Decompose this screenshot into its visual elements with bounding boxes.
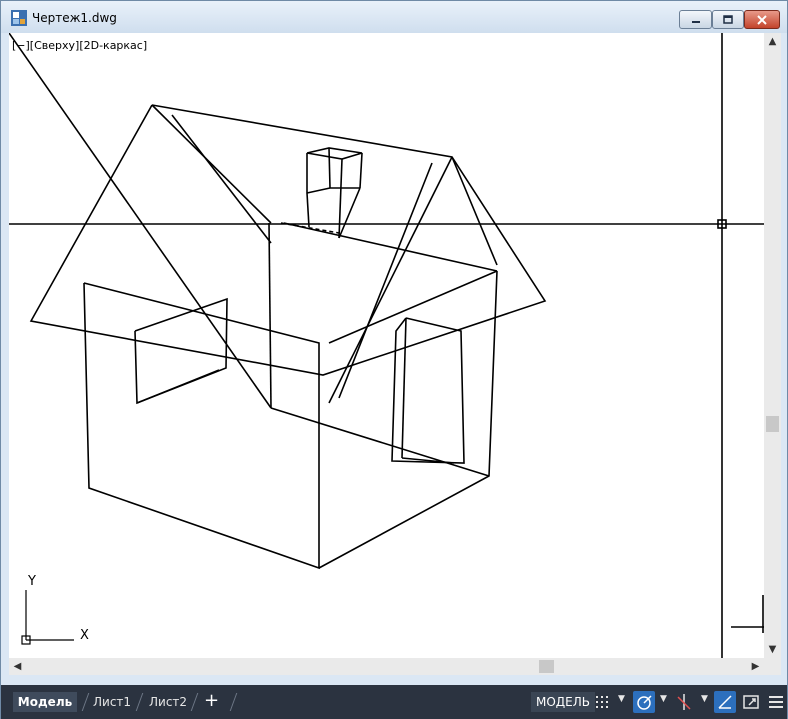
title-bar: Чертеж1.dwg	[1, 1, 787, 33]
status-bar: Модель Лист1 Лист2 + МОДЕЛЬ ▼ ▼ ▼	[1, 685, 787, 719]
roof-gable-right	[328, 156, 453, 404]
scroll-left-icon[interactable]: ◀	[9, 658, 26, 675]
snap-dropdown-icon[interactable]: ▼	[701, 694, 708, 704]
scroll-right-icon[interactable]: ▶	[747, 658, 764, 675]
fullscreen-icon[interactable]	[740, 691, 762, 713]
tab-separator	[81, 693, 90, 711]
model-space-button[interactable]: МОДЕЛЬ	[531, 692, 596, 712]
expand-icon	[743, 695, 759, 709]
polar-icon	[637, 695, 652, 710]
left-window	[134, 297, 228, 405]
grid-dropdown-icon[interactable]: ▼	[618, 694, 625, 704]
minimize-button[interactable]	[679, 10, 712, 29]
minimize-icon	[691, 20, 700, 23]
close-button[interactable]	[744, 10, 780, 29]
polar-dropdown-icon[interactable]: ▼	[660, 694, 667, 704]
vertical-scroll-thumb[interactable]	[766, 416, 779, 432]
tab-separator	[229, 693, 238, 711]
right-wall	[318, 270, 498, 569]
add-layout-button[interactable]: +	[204, 690, 219, 711]
angle-icon	[718, 695, 732, 709]
hamburger-icon	[769, 696, 783, 708]
close-icon	[757, 14, 767, 25]
house-wireframe-drawing: Y X	[9, 33, 764, 658]
scroll-up-icon[interactable]: ▲	[764, 33, 781, 50]
grid-dots-icon	[596, 696, 608, 708]
tab-layout1[interactable]: Лист1	[93, 692, 131, 712]
tab-separator	[135, 693, 144, 711]
vertical-scrollbar[interactable]: ▲ ▼	[764, 33, 781, 658]
scrollbar-corner	[764, 658, 781, 675]
chimney	[306, 147, 363, 160]
grid-icon[interactable]	[591, 691, 613, 713]
horizontal-scrollbar[interactable]: ◀ ▶	[9, 658, 764, 675]
snap-tracking-icon	[677, 694, 691, 710]
polar-tracking-icon[interactable]	[633, 691, 655, 713]
ucs-y-label: Y	[27, 574, 36, 589]
window-title: Чертеж1.dwg	[32, 11, 117, 25]
ucs-icon	[21, 590, 74, 645]
ucs-x-label: X	[80, 628, 89, 643]
app-window: Чертеж1.dwg [−][Сверху][2D-каркас] Y X ▲…	[0, 0, 788, 719]
maximize-icon	[723, 14, 733, 24]
isodraft-icon[interactable]	[714, 691, 736, 713]
tab-layout2[interactable]: Лист2	[149, 692, 187, 712]
scroll-down-icon[interactable]: ▼	[764, 641, 781, 658]
customization-menu-icon[interactable]	[765, 691, 787, 713]
horizontal-scroll-thumb[interactable]	[539, 660, 554, 673]
roof-gable-right-2	[338, 162, 433, 399]
tab-model[interactable]: Модель	[13, 692, 77, 712]
autocad-file-icon	[11, 10, 27, 26]
front-left-wall	[83, 282, 320, 570]
object-snap-tracking-icon[interactable]	[673, 691, 695, 713]
tab-separator	[190, 693, 199, 711]
drawing-canvas[interactable]: [−][Сверху][2D-каркас] Y X	[9, 33, 764, 658]
maximize-button[interactable]	[712, 10, 744, 29]
